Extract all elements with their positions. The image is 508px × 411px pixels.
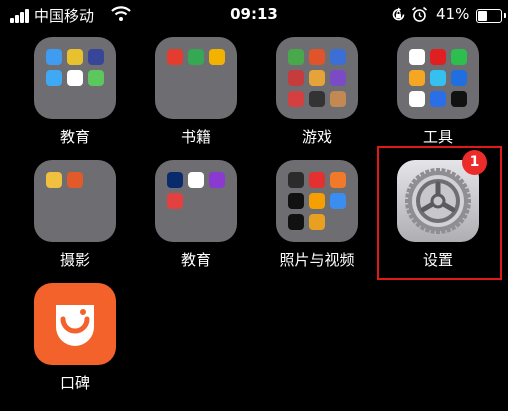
folder-mini-app-icon (209, 49, 225, 65)
folder-mini-app-icon (167, 49, 183, 65)
folder-mini-app-icon (209, 172, 225, 188)
folder-mini-app-icon (330, 172, 346, 188)
folder-mini-app-icon (46, 49, 62, 65)
folder-mini-app-icon (309, 214, 325, 230)
folder-icon (34, 160, 116, 242)
app-label: 摄影 (59, 251, 90, 269)
app-koubei[interactable]: 口碑 (20, 283, 130, 393)
app-label: 口碑 (59, 374, 90, 392)
rotation-lock-icon (392, 7, 405, 21)
folder-youxi[interactable]: 游戏 (262, 37, 372, 147)
folder-mini-app-icon (46, 70, 62, 86)
folder-shuji[interactable]: 书籍 (141, 37, 251, 147)
folder-mini-app-icon (309, 70, 325, 86)
folder-mini-app-icon (330, 49, 346, 65)
folder-mini-app-icon (288, 49, 304, 65)
app-label: 照片与视频 (279, 251, 355, 269)
folder-mini-app-icon (430, 91, 446, 107)
battery-percent: 41% (436, 5, 470, 23)
folder-mini-app-icon (330, 70, 346, 86)
folder-mini-app-icon (409, 70, 425, 86)
folder-mini-app-icon (67, 49, 83, 65)
folder-icon (276, 37, 358, 119)
folder-mini-app-icon (188, 49, 204, 65)
folder-mini-app-icon (309, 91, 325, 107)
folder-mini-app-icon (188, 172, 204, 188)
folder-mini-app-icon (409, 49, 425, 65)
folder-jiaoyu[interactable]: 教育 (20, 37, 130, 147)
folder-mini-app-icon (288, 172, 304, 188)
folder-jiaoyu-2[interactable]: 教育 (141, 160, 251, 270)
folder-mini-app-icon (451, 49, 467, 65)
folder-icon (276, 160, 358, 242)
clock: 09:13 (230, 5, 278, 23)
folder-mini-app-icon (46, 172, 62, 188)
folder-icon (155, 37, 237, 119)
alarm-icon (411, 6, 428, 22)
battery-icon (476, 9, 506, 23)
koubei-app-icon (34, 283, 116, 365)
folder-mini-app-icon (330, 193, 346, 209)
folder-mini-app-icon (288, 70, 304, 86)
folder-mini-app-icon (309, 49, 325, 65)
folder-mini-app-icon (67, 172, 83, 188)
status-bar: 中国移动 09:13 41% (0, 0, 508, 30)
folder-mini-app-icon (288, 91, 304, 107)
folder-mini-app-icon (409, 91, 425, 107)
app-label: 书籍 (180, 128, 211, 146)
folder-icon (34, 37, 116, 119)
folder-mini-app-icon (330, 91, 346, 107)
folder-mini-app-icon (430, 49, 446, 65)
folder-mini-app-icon (288, 193, 304, 209)
app-label: 教育 (180, 251, 211, 269)
folder-icon (155, 160, 237, 242)
folder-mini-app-icon (451, 70, 467, 86)
folder-mini-app-icon (88, 70, 104, 86)
folder-mini-app-icon (67, 70, 83, 86)
folder-icon (397, 37, 479, 119)
folder-mini-app-icon (288, 214, 304, 230)
folder-mini-app-icon (88, 49, 104, 65)
folder-gongju[interactable]: 工具 (383, 37, 493, 147)
folder-mini-app-icon (451, 91, 467, 107)
app-label: 教育 (59, 128, 90, 146)
folder-zhaopian-yu-shipin[interactable]: 照片与视频 (262, 160, 372, 270)
folder-mini-app-icon (309, 172, 325, 188)
smile-icon (56, 305, 94, 346)
highlight-box (377, 146, 502, 280)
folder-mini-app-icon (430, 70, 446, 86)
folder-mini-app-icon (309, 193, 325, 209)
folder-mini-app-icon (167, 193, 183, 209)
folder-sheying[interactable]: 摄影 (20, 160, 130, 270)
app-label: 工具 (422, 128, 453, 146)
folder-mini-app-icon (167, 172, 183, 188)
app-label: 游戏 (301, 128, 332, 146)
